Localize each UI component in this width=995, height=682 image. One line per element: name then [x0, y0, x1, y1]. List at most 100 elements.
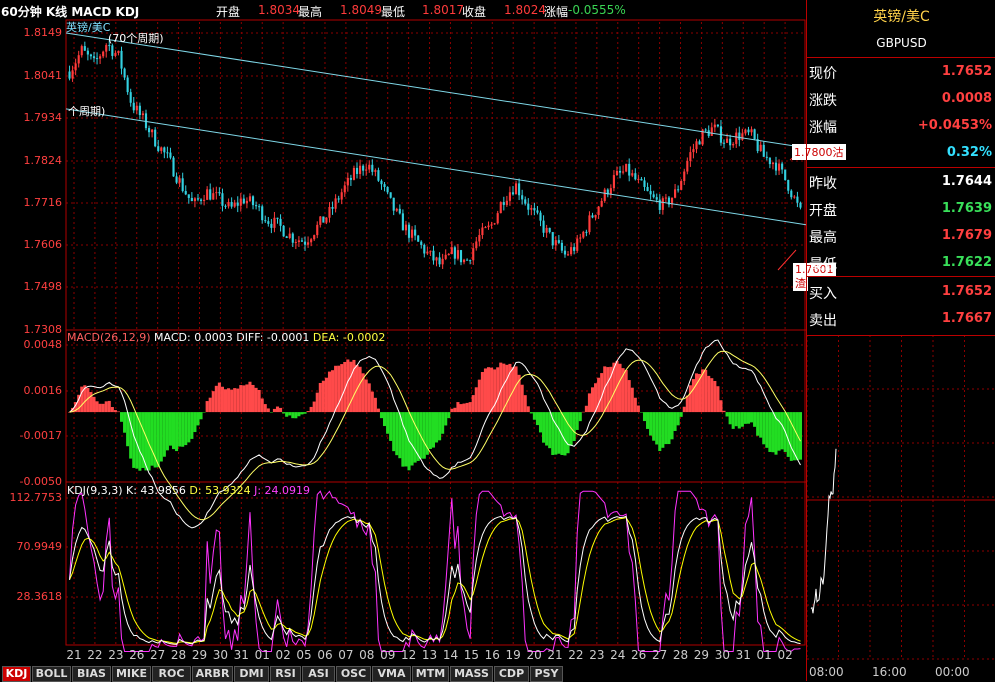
candle-body — [799, 202, 802, 208]
quote-row: 最高 1.7679 — [809, 224, 994, 250]
tab-boll[interactable]: BOLL — [32, 666, 71, 682]
tab-rsi[interactable]: RSI — [270, 666, 301, 682]
candle-body — [533, 208, 536, 211]
tab-osc[interactable]: OSC — [336, 666, 371, 682]
candle-body — [123, 68, 126, 78]
macd-histogram-bar — [95, 401, 99, 413]
panel-separator — [807, 335, 995, 336]
candle-body — [750, 129, 753, 133]
candle-body — [557, 240, 560, 243]
candle-body — [157, 146, 160, 151]
macd-histogram-bar — [679, 412, 683, 417]
macd-histogram-bar — [309, 406, 313, 413]
candle-body — [542, 220, 545, 233]
date-tick-label: 08 — [359, 648, 375, 662]
kdj-tick-label: 112.7753 — [9, 491, 63, 504]
macd-histogram-bar — [104, 401, 108, 413]
candle-body — [729, 138, 732, 146]
candle-body — [426, 251, 429, 254]
candle-body — [469, 260, 472, 262]
tab-kdj[interactable]: KDJ — [2, 666, 31, 682]
panel-separator — [807, 167, 995, 168]
quote-label: 昨收 — [809, 176, 837, 192]
macd-histogram-bar — [575, 412, 579, 430]
candle-body — [181, 178, 184, 192]
tab-vma[interactable]: VMA — [372, 666, 411, 682]
candle-body — [294, 242, 297, 244]
macd-histogram-bar — [707, 375, 711, 413]
macd-histogram-bar — [545, 412, 549, 446]
tab-dmi[interactable]: DMI — [234, 666, 269, 682]
tab-psy[interactable]: PSY — [530, 666, 563, 682]
candle-body — [154, 129, 157, 147]
candle-body — [536, 210, 539, 213]
macd-histogram-bar — [667, 412, 671, 445]
macd-histogram-bar — [257, 389, 261, 413]
tab-bias[interactable]: BIAS — [72, 666, 111, 682]
macd-histogram-bar — [538, 412, 543, 433]
candle-body — [264, 220, 267, 222]
candle-body — [83, 46, 86, 51]
candle-body — [787, 180, 790, 191]
candle-body — [652, 194, 655, 198]
tab-mtm[interactable]: MTM — [412, 666, 449, 682]
candle-body — [389, 192, 392, 198]
quote-value: 0.32% — [946, 145, 992, 160]
macd-histogram-bar — [535, 412, 539, 426]
candle-body — [349, 177, 352, 180]
tab-asi[interactable]: ASI — [302, 666, 335, 682]
macd-histogram-bar — [731, 412, 735, 429]
quote-row: 最低 1.7622 — [809, 251, 994, 277]
macd-histogram-bar — [386, 412, 390, 434]
candle-body — [649, 191, 652, 195]
date-tick-label: 06 — [317, 648, 333, 662]
tab-mike[interactable]: MIKE — [112, 666, 151, 682]
macd-histogram-bar — [92, 396, 96, 413]
date-tick-label: 16 — [484, 648, 500, 662]
macd-histogram-bar — [184, 412, 188, 446]
indicator-tabs: KDJ BOLL BIAS MIKE ROC ARBR DMI RSI ASI OSC VMA MTM… — [0, 665, 806, 682]
candle-body — [377, 170, 380, 181]
candle-body — [582, 231, 585, 238]
tab-cdp[interactable]: CDP — [494, 666, 529, 682]
macd-histogram-bar — [474, 387, 478, 413]
quote-row: 昨收 1.7644 — [809, 170, 994, 196]
tab-roc[interactable]: ROC — [152, 666, 191, 682]
macd-histogram-bar — [753, 412, 757, 427]
candle-body — [414, 229, 417, 236]
candle-body — [331, 206, 334, 209]
macd-histogram-bar — [312, 401, 316, 413]
date-tick-label: 15 — [463, 648, 479, 662]
candle-body — [129, 92, 132, 103]
date-tick-label: 21 — [547, 648, 563, 662]
candle-body — [407, 224, 411, 238]
candle-body — [276, 217, 279, 219]
candle-body — [221, 193, 224, 206]
candle-body — [689, 152, 692, 161]
candle-body — [554, 240, 557, 246]
macd-histogram-bar — [242, 385, 246, 413]
macd-histogram-bar — [728, 412, 732, 425]
candle-body — [677, 189, 680, 191]
kdj-d-line — [69, 517, 801, 644]
intraday-mini-chart — [807, 335, 995, 660]
tab-arbr[interactable]: ARBR — [192, 666, 233, 682]
macd-histogram-bar — [450, 408, 454, 413]
candle-body — [383, 184, 386, 187]
date-tick-label: 19 — [505, 648, 521, 662]
macd-histogram-bar — [392, 412, 396, 452]
candle-body — [524, 199, 527, 204]
candle-body — [704, 129, 707, 131]
macd-histogram-bar — [266, 408, 270, 413]
date-tick-label: 01 — [756, 648, 772, 662]
macd-histogram-bar — [642, 412, 647, 422]
macd-histogram-bar — [673, 412, 677, 431]
candle-body — [738, 132, 741, 140]
candle-body — [710, 127, 713, 136]
candle-body — [395, 208, 398, 211]
date-tick-label: 05 — [296, 648, 312, 662]
quote-label: 涨幅 — [809, 120, 837, 136]
macd-histogram-bar — [187, 412, 191, 443]
macd-histogram-bar — [477, 379, 481, 413]
tab-mass[interactable]: MASS — [450, 666, 493, 682]
